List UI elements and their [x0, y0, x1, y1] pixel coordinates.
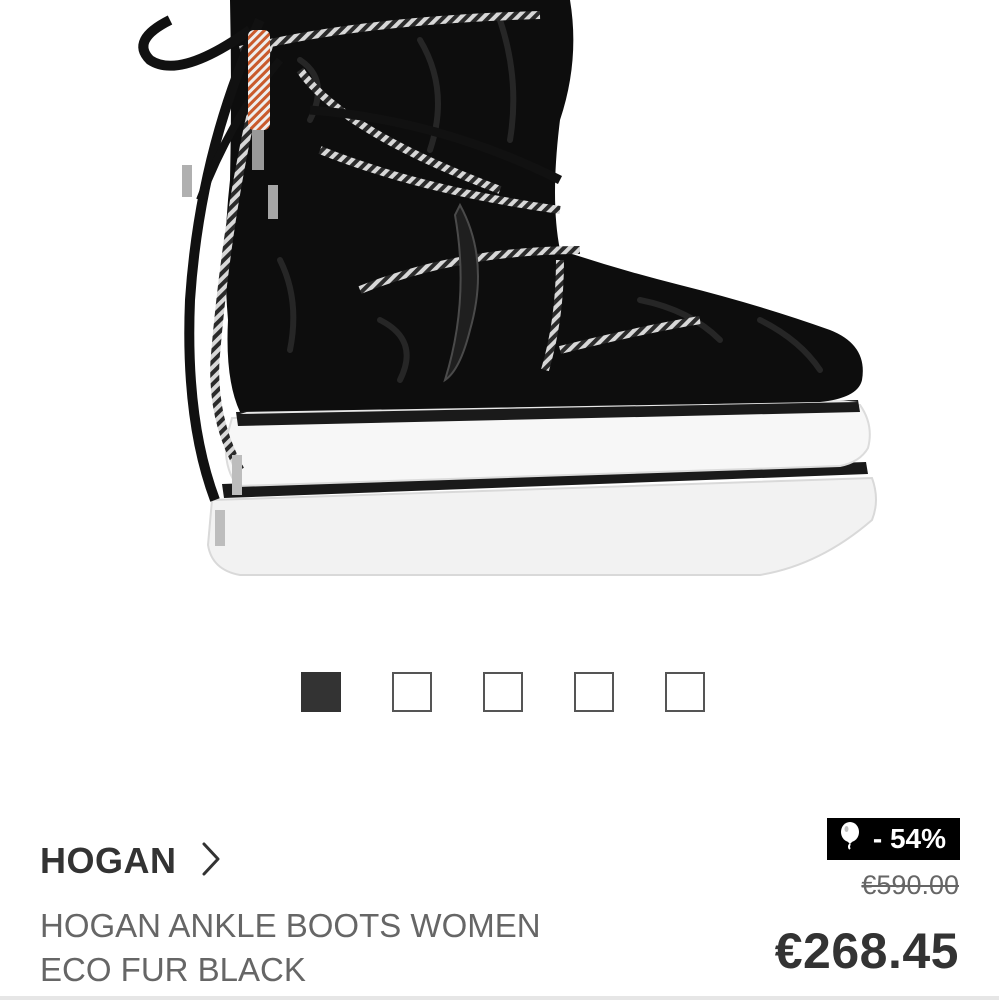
sale-price: €268.45	[774, 923, 959, 979]
carousel-dot-2[interactable]	[392, 672, 432, 712]
carousel-dot-4[interactable]	[574, 672, 614, 712]
carousel-dot-5[interactable]	[665, 672, 705, 712]
carousel-dot-1[interactable]	[301, 672, 341, 712]
product-image[interactable]	[0, 0, 999, 620]
carousel-dot-3[interactable]	[483, 672, 523, 712]
brand-name: HOGAN	[40, 840, 177, 881]
divider	[0, 996, 999, 1000]
boot-illustration	[138, 0, 877, 576]
image-carousel-dots	[0, 672, 999, 714]
product-page: HOGAN HOGAN ANKLE BOOTS WOMEN ECO FUR BL…	[0, 0, 999, 1000]
chevron-right-icon	[201, 841, 221, 882]
balloon-icon	[839, 821, 861, 857]
product-title: HOGAN ANKLE BOOTS WOMEN ECO FUR BLACK	[40, 907, 541, 988]
original-price: €590.00	[861, 870, 959, 900]
discount-label: - 54%	[872, 823, 946, 854]
discount-badge: - 54%	[826, 818, 960, 860]
brand-link[interactable]: HOGAN	[40, 840, 221, 882]
